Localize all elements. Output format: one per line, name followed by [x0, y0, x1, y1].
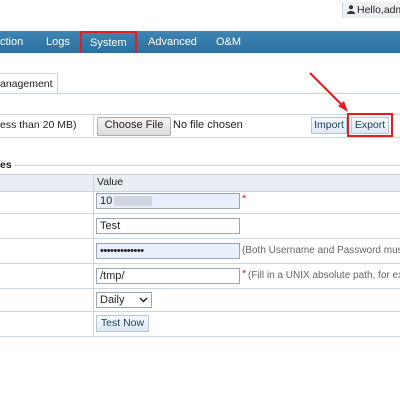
row-divider	[0, 263, 400, 264]
section-title: es	[0, 159, 12, 171]
column-divider	[93, 115, 94, 136]
top-bar: Hello,admi	[0, 0, 400, 30]
tab-management[interactable]: anagement	[0, 73, 58, 94]
sub-bar	[0, 53, 400, 73]
row-divider	[0, 238, 400, 239]
nav-item-system[interactable]: System	[80, 31, 137, 55]
user-greeting[interactable]: Hello,admi	[342, 2, 400, 18]
path-field[interactable]: /tmp/	[96, 268, 240, 284]
file-status-text: No file chosen	[173, 119, 243, 131]
password-hint: (Both Username and Password must	[242, 245, 400, 256]
value-column-header: Value	[97, 176, 124, 188]
test-now-button[interactable]: Test Now	[96, 315, 149, 332]
password-field[interactable]: •••••••••••••	[96, 243, 240, 259]
nav-item-om[interactable]: O&M	[216, 31, 241, 53]
ip-address-value: 10	[100, 195, 113, 207]
upload-size-label: ess than 20 MB)	[0, 119, 77, 131]
row-divider	[0, 213, 400, 214]
user-greeting-text: Hello,admi	[357, 4, 400, 16]
frequency-select[interactable]: Daily	[96, 292, 152, 308]
section-divider	[14, 165, 400, 166]
required-mark: *	[242, 193, 247, 205]
main-nav: ction Logs System Advanced O&M	[0, 31, 400, 55]
redacted-blur	[114, 196, 153, 207]
chevron-down-icon	[139, 297, 148, 303]
tab-divider	[0, 93, 400, 94]
row-divider	[0, 288, 400, 289]
row-divider	[0, 336, 400, 337]
nav-item-logs[interactable]: Logs	[46, 31, 70, 53]
frequency-value: Daily	[100, 294, 125, 306]
nav-item-advanced[interactable]: Advanced	[148, 31, 197, 53]
export-highlight	[347, 113, 393, 137]
nav-item-connection[interactable]: ction	[0, 31, 23, 53]
row-divider	[0, 311, 400, 312]
ip-address-field[interactable]: 10	[96, 193, 240, 209]
required-mark: *	[242, 268, 247, 280]
choose-file-button[interactable]: Choose File	[97, 117, 171, 136]
table-header	[0, 174, 400, 192]
import-button[interactable]: Import	[311, 117, 347, 134]
path-hint: (Fill in a UNIX absolute path, for ex	[248, 270, 400, 281]
name-field[interactable]: Test	[96, 218, 240, 234]
user-icon	[347, 5, 355, 14]
